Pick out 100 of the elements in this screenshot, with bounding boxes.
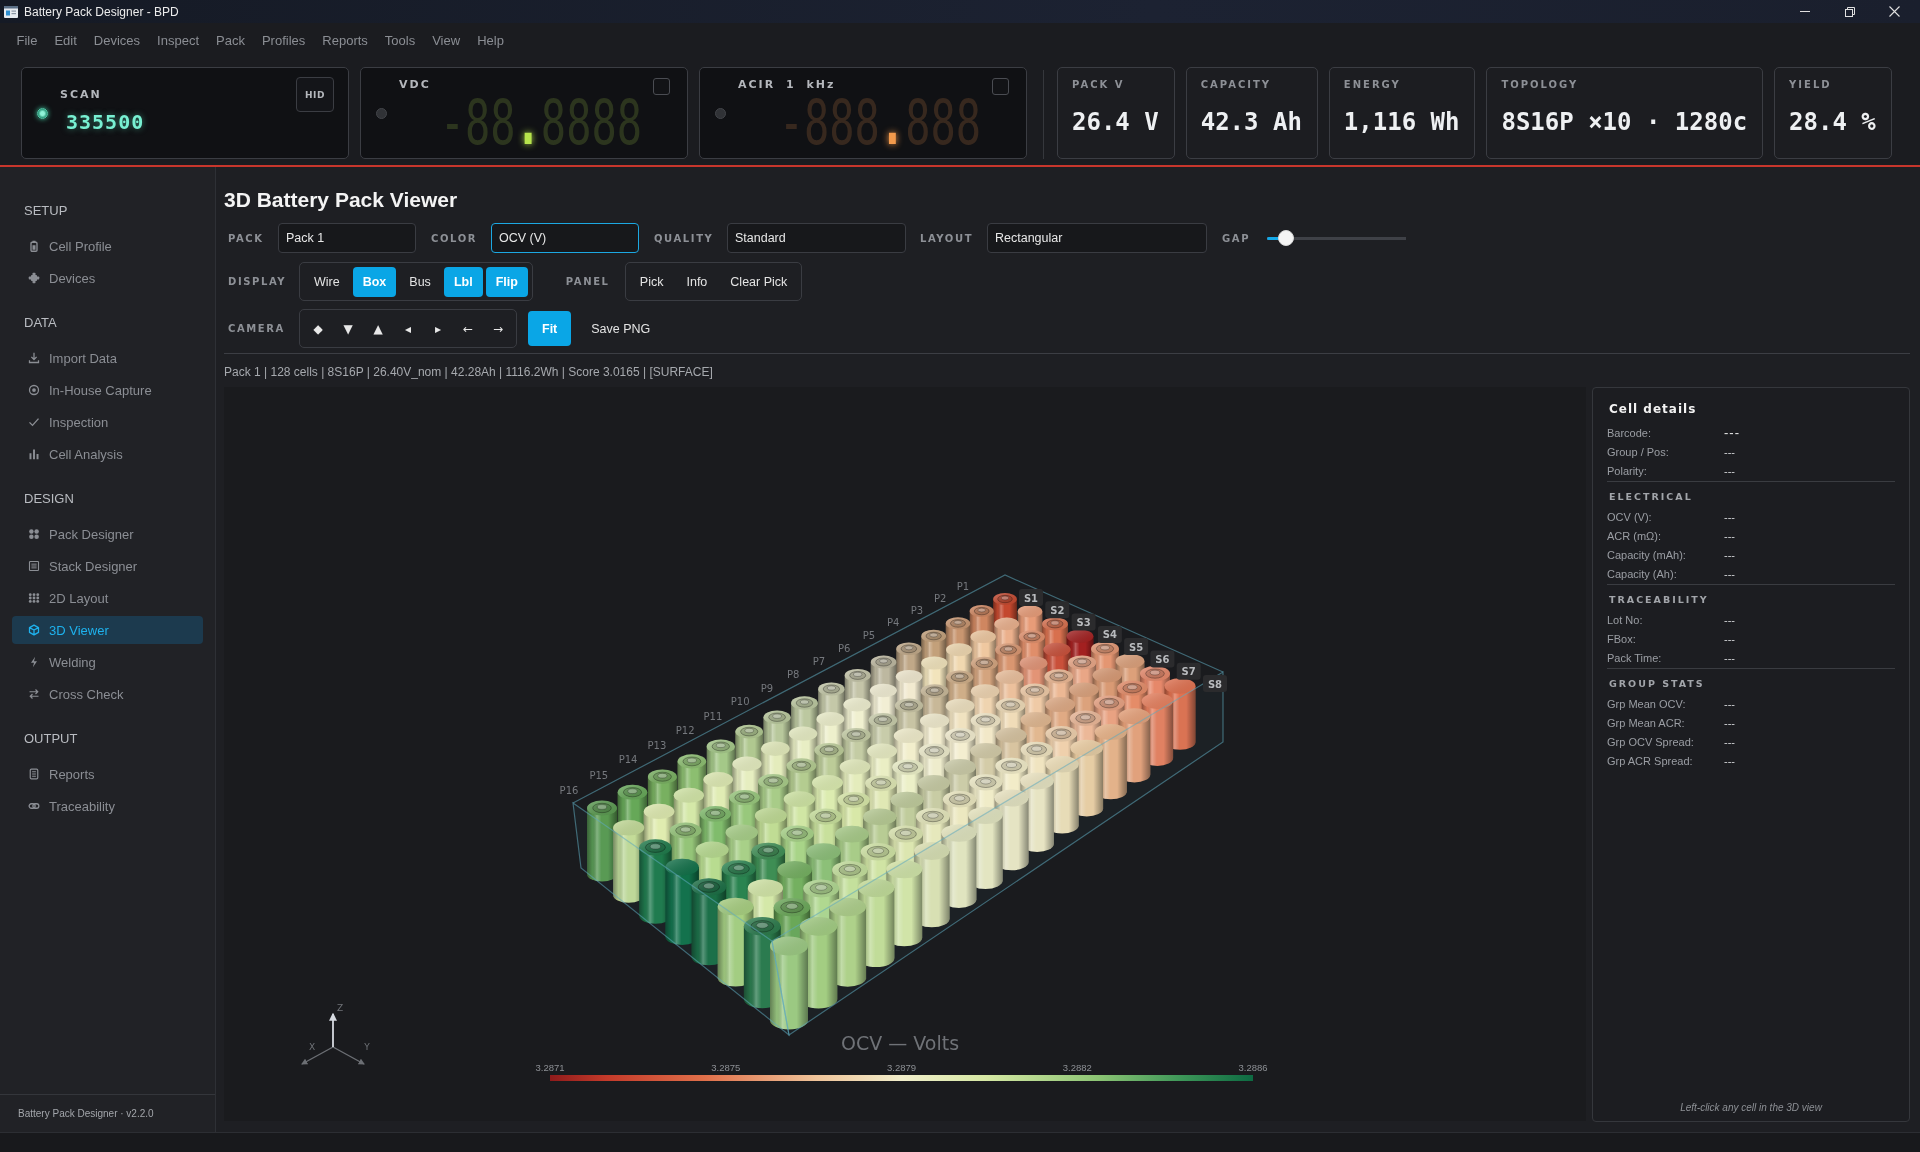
nav-item[interactable]: In-House Capture [12,376,203,404]
menu-item[interactable]: Pack [207,28,254,52]
toggle-button[interactable]: Clear Pick [720,266,798,297]
nav-item[interactable]: Reports [12,760,203,788]
stat-value: 26.4 V [1072,107,1159,137]
menu-item[interactable]: File [8,28,46,52]
panel-title: Cell details [1608,402,1697,417]
cube-icon [28,624,40,636]
terminal-icon [866,845,890,858]
section-heading: OUTPUT [23,730,79,748]
nav-item[interactable]: Cell Analysis [12,440,203,468]
camera-view-button[interactable]: ◆ [304,313,332,344]
terminal-icon [875,657,892,667]
detail-value: --- [1724,651,1735,664]
terminal-icon [740,726,759,737]
scale-tick-label: 3.2871 [535,1061,565,1073]
camera-view-button[interactable]: ▸ [424,313,452,344]
terminal-icon [975,658,994,669]
section-heading: DESIGN [23,490,75,508]
axis-label: Z [336,1002,344,1013]
lightning-icon [28,656,40,668]
slider-thumb[interactable] [1278,230,1295,246]
terminal-icon [838,863,862,876]
field-label: LAYOUT [920,232,975,244]
detail-value: --- [1724,425,1740,440]
hid-button[interactable]: HID [296,77,334,112]
terminal-icon [1049,671,1069,682]
scale-tick-label: 3.2886 [1238,1061,1268,1073]
nav-item[interactable]: Pack Designer [12,520,203,548]
camera-view-button[interactable]: ◂ [394,313,422,344]
nav-item[interactable]: Import Data [12,344,203,372]
terminal-icon [795,698,814,708]
nav-item[interactable]: Stack Designer [12,552,203,580]
terminal-icon [1095,643,1115,654]
menu-item[interactable]: Profiles [253,28,314,52]
terminal-icon [822,684,841,694]
toggle-button[interactable]: Box [352,266,397,297]
nav-item[interactable]: Cross Check [12,680,203,708]
stat-label: PACK V [1072,79,1126,91]
terminal-icon [1026,744,1048,756]
terminal-icon [975,776,997,788]
parallel-group-label: P12 [675,724,695,736]
detail-label: Lot No: [1607,613,1644,626]
toggle-button[interactable]: Flip [485,266,528,297]
stat-value: 28.4 % [1789,107,1876,137]
terminal-icon [1046,619,1064,629]
parallel-group-label: P5 [862,629,876,641]
nav-item[interactable]: Inspection [12,408,203,436]
toggle-button[interactable]: Pick [629,266,674,297]
checkbox[interactable] [653,78,670,95]
download-icon [28,352,40,364]
camera-view-button[interactable]: ▼ [334,313,362,344]
menu-item[interactable]: Tools [376,28,424,52]
terminal-icon [592,802,612,814]
terminal-icon [1145,668,1165,679]
detail-label: FBox: [1607,632,1637,645]
menu-item[interactable]: Reports [313,28,377,52]
menu-item[interactable]: Help [468,28,513,52]
nav-item[interactable]: 3D Viewer [12,616,203,644]
parallel-group-label: P8 [787,668,800,680]
camera-view-button[interactable]: ← [454,313,482,344]
toggle-button[interactable]: Wire [304,266,350,297]
terminal-icon [873,715,893,726]
terminal-icon [750,920,775,933]
checkbox[interactable] [992,78,1009,95]
close-icon[interactable] [1889,6,1900,17]
terminal-icon [997,594,1013,604]
color-field[interactable]: OCV (V) [491,223,639,253]
terminal-icon [711,741,730,752]
quality-field[interactable]: Standard [727,223,906,253]
fit-button[interactable]: Fit [528,311,572,346]
scale-tick-label: 3.2875 [711,1061,741,1073]
minimize-icon[interactable] [1799,11,1810,12]
nav-item[interactable]: Welding [12,648,203,676]
toggle-button[interactable]: Lbl [443,266,483,297]
toggle-button[interactable]: Info [676,266,718,297]
camera-view-button[interactable]: → [484,313,512,344]
stat-value: 42.3 Ah [1200,107,1302,137]
nav-item[interactable]: Traceability [12,792,203,820]
menu-item[interactable]: Edit [45,28,86,52]
pack-field[interactable]: Pack 1 [278,223,416,253]
restore-icon[interactable] [1844,6,1855,17]
terminal-icon [1025,685,1045,696]
nav-item[interactable]: 2D Layout [12,584,203,612]
list-icon [28,560,40,572]
terminal-icon [897,761,919,773]
detail-value: --- [1724,464,1735,477]
save-png-button[interactable]: Save PNG [579,311,663,346]
terminal-icon [950,619,966,628]
layout-field[interactable]: Rectangular [987,223,1207,253]
detail-label: OCV (V): [1607,510,1653,523]
camera-view-button[interactable]: ▲ [364,313,392,344]
nav-item[interactable]: Devices [12,264,203,292]
detail-value: --- [1724,735,1735,748]
menu-item[interactable]: Devices [85,28,149,52]
nav-item[interactable]: Cell Profile [12,232,203,260]
chip-icon [28,272,40,284]
menu-item[interactable]: Inspect [148,28,208,52]
menu-item[interactable]: View [423,28,469,52]
toggle-button[interactable]: Bus [399,266,441,297]
